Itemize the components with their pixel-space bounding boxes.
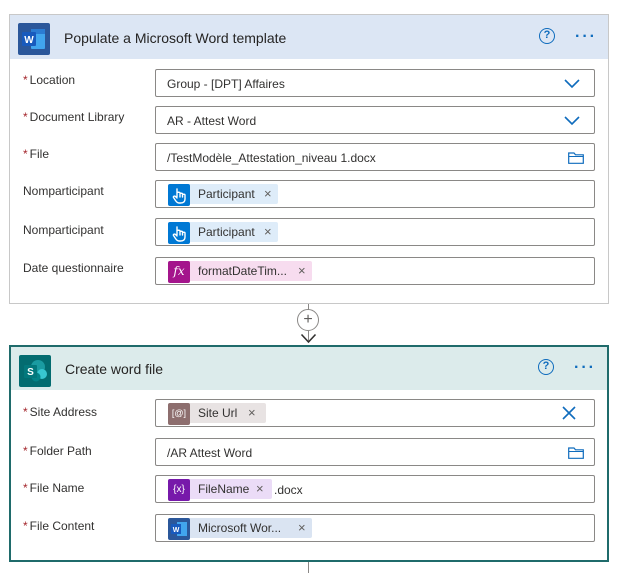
site-address-input[interactable]: [@] Site Url ×: [155, 399, 595, 427]
remove-token-icon[interactable]: ×: [264, 224, 272, 239]
location-dropdown[interactable]: Group - [DPT] Affaires: [155, 69, 595, 97]
help-icon[interactable]: ?: [539, 28, 555, 44]
folder-path-input[interactable]: /AR Attest Word: [155, 438, 595, 466]
date-questionnaire-label: Date questionnaire: [23, 261, 124, 275]
chevron-down-icon: [564, 116, 580, 126]
site-address-label: * Site Address: [23, 405, 98, 419]
variable-icon: {x}: [168, 479, 190, 501]
expression-token[interactable]: fx formatDateTim... ×: [168, 261, 312, 283]
sharepoint-action-header[interactable]: S Create word file ? ···: [11, 347, 607, 390]
folder-path-value: /AR Attest Word: [167, 446, 253, 460]
expression-icon: fx: [168, 261, 190, 283]
help-icon[interactable]: ?: [538, 359, 554, 375]
folder-path-label: * Folder Path: [23, 444, 92, 458]
document-library-value: AR - Attest Word: [167, 114, 257, 128]
variable-icon: [@]: [168, 403, 190, 425]
word-content-token-label: Microsoft Wor...: [198, 521, 282, 535]
remove-token-icon[interactable]: ×: [264, 186, 272, 201]
expression-token-label: formatDateTim...: [198, 264, 287, 278]
folder-icon[interactable]: [568, 152, 584, 164]
file-content-label: * File Content: [23, 519, 95, 533]
site-url-token-label: Site Url: [198, 406, 238, 420]
remove-token-icon[interactable]: ×: [298, 263, 306, 278]
participant-token-label: Participant: [198, 187, 255, 201]
file-name-suffix: .docx: [274, 483, 303, 497]
file-name-label: * File Name: [23, 481, 85, 495]
manual-trigger-icon: [168, 184, 190, 206]
sharepoint-app-icon: S: [19, 355, 51, 387]
document-library-label: * Document Library: [23, 110, 125, 124]
word-content-token[interactable]: W Microsoft Wor... ×: [168, 518, 312, 540]
nomparticipant-input[interactable]: Participant ×: [155, 180, 595, 208]
clear-icon[interactable]: [562, 406, 576, 420]
file-label: * File: [23, 147, 50, 161]
sharepoint-action-title: Create word file: [65, 361, 164, 377]
file-value: /TestModèle_Attestation_niveau 1.docx: [167, 151, 376, 165]
filename-token-label: FileName: [198, 482, 250, 496]
manual-trigger-icon: [168, 222, 190, 244]
remove-token-icon[interactable]: ×: [248, 405, 256, 420]
nomparticipant-input[interactable]: Participant ×: [155, 218, 595, 246]
location-value: Group - [DPT] Affaires: [167, 77, 285, 91]
remove-token-icon[interactable]: ×: [298, 520, 306, 535]
participant-token-label: Participant: [198, 225, 255, 239]
word-app-icon: W: [18, 23, 50, 55]
more-options-icon[interactable]: ···: [575, 29, 597, 45]
chevron-down-icon: [564, 79, 580, 89]
document-library-dropdown[interactable]: AR - Attest Word: [155, 106, 595, 134]
add-step-button[interactable]: +: [297, 309, 319, 331]
nomparticipant-label: Nomparticipant: [23, 184, 104, 198]
participant-token[interactable]: Participant ×: [168, 222, 278, 244]
svg-text:W: W: [24, 35, 34, 46]
word-action-card: W Populate a Microsoft Word template ? ·…: [9, 14, 609, 304]
participant-token[interactable]: Participant ×: [168, 184, 278, 206]
folder-icon[interactable]: [568, 447, 584, 459]
file-input[interactable]: /TestModèle_Attestation_niveau 1.docx: [155, 143, 595, 171]
word-action-header[interactable]: W Populate a Microsoft Word template ? ·…: [10, 15, 608, 59]
sharepoint-action-card: S Create word file ? ··· * Site Address […: [9, 345, 609, 562]
more-options-icon[interactable]: ···: [574, 360, 596, 376]
site-url-token[interactable]: [@] Site Url ×: [168, 403, 266, 425]
arrow-down-icon: [300, 333, 317, 344]
nomparticipant-label: Nomparticipant: [23, 223, 104, 237]
word-icon: W: [168, 518, 190, 540]
connector-line: [308, 562, 309, 573]
date-questionnaire-input[interactable]: fx formatDateTim... ×: [155, 257, 595, 285]
svg-text:W: W: [173, 527, 180, 534]
file-content-input[interactable]: W Microsoft Wor... ×: [155, 514, 595, 542]
word-action-title: Populate a Microsoft Word template: [64, 30, 287, 46]
file-name-input[interactable]: {x} FileName × .docx: [155, 475, 595, 503]
location-label: * Location: [23, 73, 76, 87]
remove-token-icon[interactable]: ×: [256, 481, 264, 496]
filename-token[interactable]: {x} FileName ×: [168, 479, 272, 501]
svg-text:S: S: [27, 367, 34, 378]
